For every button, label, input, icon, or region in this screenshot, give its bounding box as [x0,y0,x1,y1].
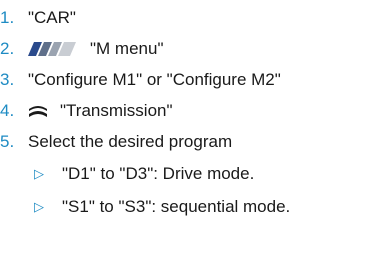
step-text: "M menu" [90,39,164,58]
step-number: 4. [0,101,15,120]
substep-text: "D1" to "D3": Drive mode. [62,164,255,183]
m-logo-icon [28,42,76,56]
step-number: 5. [0,132,15,151]
step-number: 2. [0,39,15,58]
step-4: 4. "Transmission" [0,96,173,126]
step-1: 1. "CAR" [0,3,76,33]
step-text: Select the desired program [28,132,233,151]
step-text: "CAR" [28,8,76,27]
transmission-icon [28,104,48,118]
bullet-triangle-icon: ▷ [34,199,44,214]
step-number: 3. [0,70,15,89]
step-5: 5. Select the desired program [0,127,232,157]
step-text: "Transmission" [60,101,173,120]
substep-text: "S1" to "S3": sequential mode. [62,197,291,216]
substep-1: ▷ "D1" to "D3": Drive mode. [34,159,254,189]
step-text: "Configure M1" or "Configure M2" [28,70,281,89]
substep-2: ▷ "S1" to "S3": sequential mode. [34,192,290,222]
step-number: 1. [0,8,15,27]
step-2: 2. "M menu" [0,34,163,64]
step-3: 3. "Configure M1" or "Configure M2" [0,65,281,95]
bullet-triangle-icon: ▷ [34,166,44,181]
